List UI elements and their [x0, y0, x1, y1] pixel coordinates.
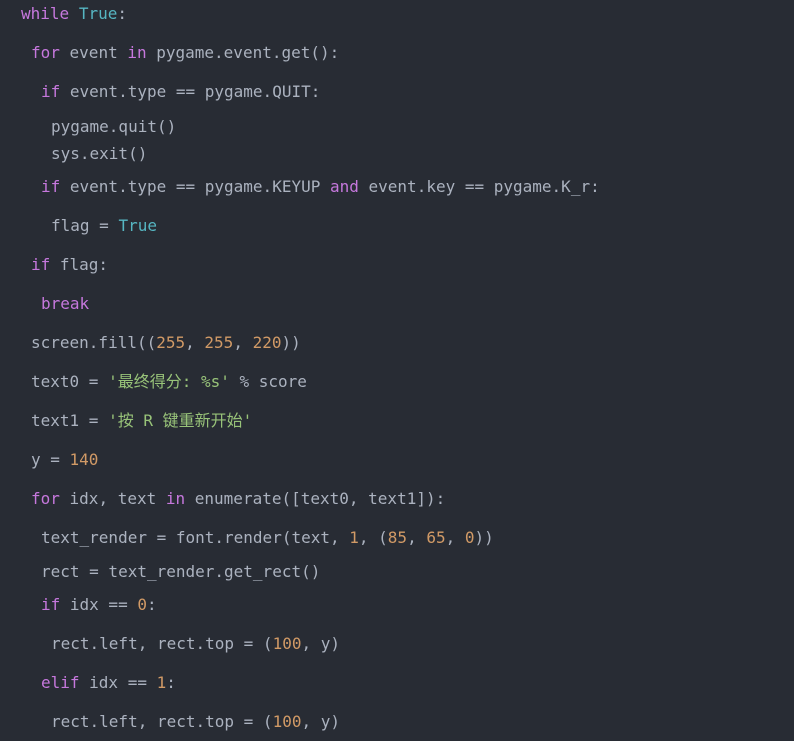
code-token-text: text0 = [31, 372, 109, 391]
code-token-text: flag: [50, 255, 109, 274]
code-token-number: 100 [272, 712, 302, 731]
code-token-keyword: in [127, 43, 147, 62]
code-token-text: , y) [301, 712, 340, 731]
code-line: if event.type == pygame.KEYUP and event.… [41, 177, 600, 197]
code-line: text1 = '按 R 键重新开始' [31, 411, 252, 431]
code-token-number: 100 [272, 634, 302, 653]
code-token-keyword: while [21, 4, 70, 23]
code-token-number: 255 [204, 333, 234, 352]
code-line: y = 140 [31, 450, 98, 470]
code-line: for event in pygame.event.get(): [31, 43, 339, 63]
code-line: text_render = font.render(text, 1, (85, … [41, 528, 494, 548]
code-line: while True: [21, 4, 127, 24]
code-line: sys.exit() [51, 144, 147, 164]
code-line: elif idx == 1: [41, 673, 176, 693]
code-token-text: idx, text [59, 489, 166, 508]
code-token-number: 140 [69, 450, 99, 469]
code-token-number: 0 [464, 528, 475, 547]
code-token-text: sys.exit() [51, 144, 148, 163]
code-line: flag = True [51, 216, 157, 236]
code-token-number: 1 [156, 673, 167, 692]
code-line: text0 = '最终得分: %s' % score [31, 372, 307, 392]
code-line: pygame.quit() [51, 117, 176, 137]
code-token-text: , [445, 528, 465, 547]
code-token-text: , [407, 528, 427, 547]
code-token-text: idx == [79, 673, 157, 692]
code-token-keyword: for [31, 489, 60, 508]
code-line: screen.fill((255, 255, 220)) [31, 333, 301, 353]
code-token-keyword: if [41, 177, 61, 196]
code-token-text: : [166, 673, 176, 692]
code-line: rect.left, rect.top = (100, y) [51, 634, 340, 654]
code-token-builtin: True [118, 216, 157, 235]
code-token-number: 220 [252, 333, 282, 352]
code-token-text: , ( [358, 528, 388, 547]
code-token-text: rect = text_render.get_rect() [41, 562, 321, 581]
code-token-keyword: if [41, 595, 61, 614]
code-token-number: 1 [349, 528, 359, 547]
code-token-number: 65 [426, 528, 446, 547]
code-token-text: text1 = [31, 411, 109, 430]
code-token-text: )) [281, 333, 301, 352]
code-token-text: y = [31, 450, 70, 469]
code-token-text: event.type == pygame.QUIT: [60, 82, 321, 101]
code-token-number: 255 [156, 333, 186, 352]
code-token-text: , [233, 333, 253, 352]
code-token-keyword: if [41, 82, 61, 101]
code-line: rect.left, rect.top = (100, y) [51, 712, 340, 732]
code-token-text: screen.fill(( [31, 333, 157, 352]
code-token-text: text_render = font.render(text, [41, 528, 350, 547]
code-token-keyword: elif [41, 673, 80, 692]
code-token-text: pygame.event.get(): [146, 43, 340, 62]
code-token-text: , [185, 333, 205, 352]
code-token-keyword: if [31, 255, 51, 274]
code-token-number: 85 [387, 528, 408, 547]
code-token-text: enumerate([text0, text1]): [185, 489, 446, 508]
code-token-string: '按 R 键重新开始' [108, 411, 253, 430]
code-token-text: event.type == pygame.KEYUP [60, 177, 330, 196]
code-token-text: flag = [51, 216, 119, 235]
code-line: for idx, text in enumerate([text0, text1… [31, 489, 445, 509]
code-token-number: 0 [137, 595, 147, 614]
code-token-builtin: True [78, 4, 118, 23]
code-token-text: pygame.quit() [51, 117, 177, 136]
code-token-text: )) [474, 528, 494, 547]
code-token-text: % score [229, 372, 307, 391]
code-line: rect = text_render.get_rect() [41, 562, 320, 582]
code-token-keyword: break [41, 294, 90, 313]
code-token-string: '最终得分: %s' [108, 372, 230, 391]
code-token-keyword: in [165, 489, 186, 508]
code-token-text: rect.left, rect.top = ( [51, 634, 273, 653]
code-token-text: : [117, 4, 127, 23]
code-token-text: idx == [60, 595, 138, 614]
code-token-text: : [146, 595, 157, 614]
code-token-keyword: for [31, 43, 60, 62]
code-line: if idx == 0: [41, 595, 157, 615]
code-token-text: rect.left, rect.top = ( [51, 712, 273, 731]
code-token-text: event.key == pygame.K_r: [358, 177, 600, 196]
code-line: if flag: [31, 255, 108, 275]
code-token-text: , y) [301, 634, 340, 653]
code-line: if event.type == pygame.QUIT: [41, 82, 320, 102]
code-token-keyword: and [329, 177, 359, 196]
code-line: break [41, 294, 89, 314]
code-token-text: event [59, 43, 128, 62]
